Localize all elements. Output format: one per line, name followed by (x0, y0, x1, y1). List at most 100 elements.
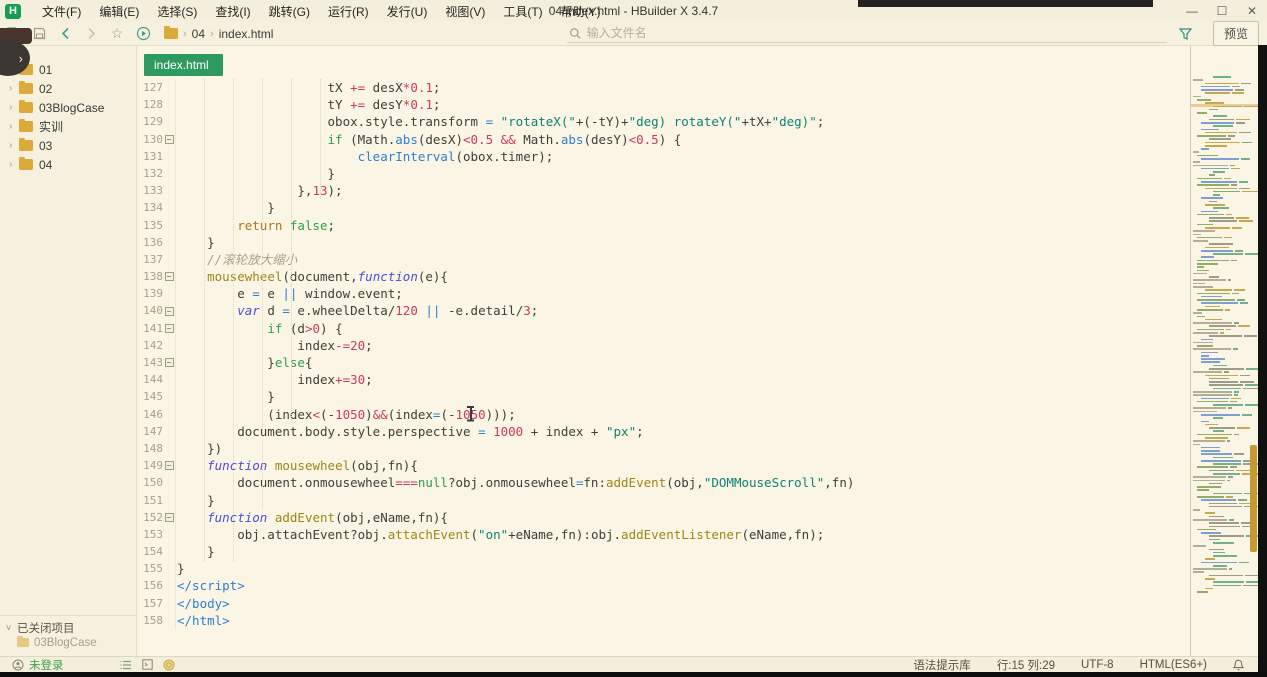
minimize-button[interactable]: — (1177, 0, 1207, 22)
login-status[interactable]: 未登录 (12, 657, 64, 673)
minimap[interactable] (1191, 46, 1258, 656)
outline-list-icon[interactable] (120, 660, 132, 670)
menu-item-3[interactable]: 查找(I) (206, 0, 259, 23)
code-line-149[interactable]: 149− function mousewheel(obj,fn){ (137, 457, 1190, 474)
menu-item-0[interactable]: 文件(F) (33, 0, 90, 23)
breadcrumb[interactable]: › 04 › index.html (164, 27, 273, 41)
code-line-140[interactable]: 140− var d = e.wheelDelta/120 || -e.deta… (137, 302, 1190, 319)
encoding[interactable]: UTF-8 (1081, 659, 1114, 671)
code-line-133[interactable]: 133 },13); (137, 182, 1190, 199)
preview-button[interactable]: 预览 (1213, 21, 1259, 46)
code-line-156[interactable]: 156</script> (137, 577, 1190, 594)
code-line-135[interactable]: 135 return false; (137, 217, 1190, 234)
breadcrumb-folder-icon (164, 28, 178, 39)
line-number: 156 (137, 577, 163, 594)
menu-item-8[interactable]: 工具(T) (494, 0, 551, 23)
sidebar-folder-04[interactable]: ›04 (0, 155, 136, 174)
menu-item-7[interactable]: 视图(V) (436, 0, 494, 23)
sidebar-folder-02[interactable]: ›02 (0, 79, 136, 98)
filter-funnel-icon[interactable] (1173, 23, 1199, 45)
folder-icon (17, 638, 29, 647)
code-line-155[interactable]: 155} (137, 560, 1190, 577)
close-button[interactable]: ✕ (1237, 0, 1267, 22)
bookmark-star-icon[interactable]: ☆ (104, 23, 130, 45)
toolbar: ☆ › 04 › index.html 预览 (0, 22, 1267, 46)
code-line-137[interactable]: 137 //滚轮放大缩小 (137, 251, 1190, 268)
code-line-151[interactable]: 151 } (137, 492, 1190, 509)
closed-project-item[interactable]: 03BlogCase (6, 635, 136, 650)
code-line-153[interactable]: 153 obj.attachEvent?obj.attachEvent("on"… (137, 526, 1190, 543)
maximize-button[interactable]: ☐ (1207, 0, 1237, 22)
menu-item-5[interactable]: 运行(R) (319, 0, 378, 23)
code-line-142[interactable]: 142 index-=20; (137, 337, 1190, 354)
code-line-132[interactable]: 132 } (137, 165, 1190, 182)
code-line-145[interactable]: 145 } (137, 388, 1190, 405)
code-line-128[interactable]: 128 tY += desY*0.1; (137, 96, 1190, 113)
fold-column (163, 388, 176, 405)
fold-marker[interactable]: − (163, 131, 176, 148)
code-line-127[interactable]: 127 tX += desX*0.1; (137, 79, 1190, 96)
forward-button[interactable] (78, 23, 104, 45)
console-icon[interactable] (142, 659, 153, 670)
fold-marker[interactable]: − (163, 457, 176, 474)
code-line-138[interactable]: 138− mousewheel(document,function(e){ (137, 268, 1190, 285)
code-text: } (176, 492, 215, 509)
minimap-highlight-band (1191, 104, 1258, 107)
code-line-152[interactable]: 152− function addEvent(obj,eName,fn){ (137, 509, 1190, 526)
fold-marker[interactable]: − (163, 302, 176, 319)
code-line-150[interactable]: 150 document.onmousewheel===null?obj.onm… (137, 474, 1190, 491)
file-search-box[interactable] (567, 25, 1167, 43)
back-button[interactable] (52, 23, 78, 45)
fold-marker[interactable]: − (163, 268, 176, 285)
notification-bell-icon[interactable] (1233, 659, 1244, 671)
code-line-158[interactable]: 158</html> (137, 612, 1190, 629)
theme-badge-icon[interactable] (163, 659, 175, 671)
code-line-147[interactable]: 147 document.body.style.perspective = 10… (137, 423, 1190, 440)
breadcrumb-separator: › (183, 28, 187, 40)
sidebar-folder-03[interactable]: ›03 (0, 136, 136, 155)
code-line-157[interactable]: 157</body> (137, 595, 1190, 612)
folder-tree: ›01›02›03BlogCase›实训›03›04 (0, 46, 136, 615)
menu-bar: 文件(F)编辑(E)选择(S)查找(I)跳转(G)运行(R)发行(U)视图(V)… (33, 0, 610, 23)
window-controls: — ☐ ✕ (1177, 0, 1267, 22)
code-line-154[interactable]: 154 } (137, 543, 1190, 560)
code-line-130[interactable]: 130− if (Math.abs(desX)<0.5 && Math.abs(… (137, 131, 1190, 148)
menu-item-6[interactable]: 发行(U) (378, 0, 437, 23)
cursor-position[interactable]: 行:15 列:29 (997, 657, 1055, 673)
code-line-146[interactable]: 146 (index<(-1050)&&(index=(-1050))); (137, 406, 1190, 423)
code-line-136[interactable]: 136 } (137, 234, 1190, 251)
search-input[interactable] (587, 26, 1167, 40)
code-text: if (Math.abs(desX)<0.5 && Math.abs(desY)… (176, 131, 681, 148)
tab-index-html[interactable]: index.html (144, 54, 223, 76)
code-line-129[interactable]: 129 obox.style.transform = "rotateX("+(-… (137, 113, 1190, 130)
breadcrumb-file[interactable]: index.html (219, 27, 274, 41)
run-button[interactable] (130, 23, 156, 45)
code-editor[interactable]: index.html 127 tX += desX*0.1;128 tY += … (137, 46, 1190, 656)
code-line-131[interactable]: 131 clearInterval(obox.timer); (137, 148, 1190, 165)
closed-projects-header[interactable]: ˅ 已关闭项目 (6, 620, 136, 635)
code-line-143[interactable]: 143− }else{ (137, 354, 1190, 371)
line-number: 140 (137, 302, 163, 319)
sidebar-folder-实训[interactable]: ›实训 (0, 117, 136, 136)
fold-marker[interactable]: − (163, 354, 176, 371)
mouse-ibeam-cursor (466, 406, 475, 421)
syntax-hint-lib[interactable]: 语法提示库 (913, 657, 971, 673)
fold-marker[interactable]: − (163, 509, 176, 526)
code-text: index+=30; (176, 371, 373, 388)
code-line-148[interactable]: 148 }) (137, 440, 1190, 457)
code-area[interactable]: 127 tX += desX*0.1;128 tY += desY*0.1;12… (137, 79, 1190, 629)
menu-item-1[interactable]: 编辑(E) (90, 0, 148, 23)
code-line-139[interactable]: 139 e = e || window.event; (137, 285, 1190, 302)
sidebar-folder-03BlogCase[interactable]: ›03BlogCase (0, 98, 136, 117)
breadcrumb-folder[interactable]: 04 (192, 27, 205, 41)
fold-marker[interactable]: − (163, 320, 176, 337)
fold-column (163, 526, 176, 543)
menu-item-4[interactable]: 跳转(G) (260, 0, 319, 23)
menu-item-2[interactable]: 选择(S) (148, 0, 206, 23)
line-number: 133 (137, 182, 163, 199)
code-line-144[interactable]: 144 index+=30; (137, 371, 1190, 388)
code-line-141[interactable]: 141− if (d>0) { (137, 320, 1190, 337)
code-line-134[interactable]: 134 } (137, 199, 1190, 216)
file-mode[interactable]: HTML(ES6+) (1140, 659, 1207, 671)
vertical-scrollbar-thumb[interactable] (1250, 445, 1257, 552)
